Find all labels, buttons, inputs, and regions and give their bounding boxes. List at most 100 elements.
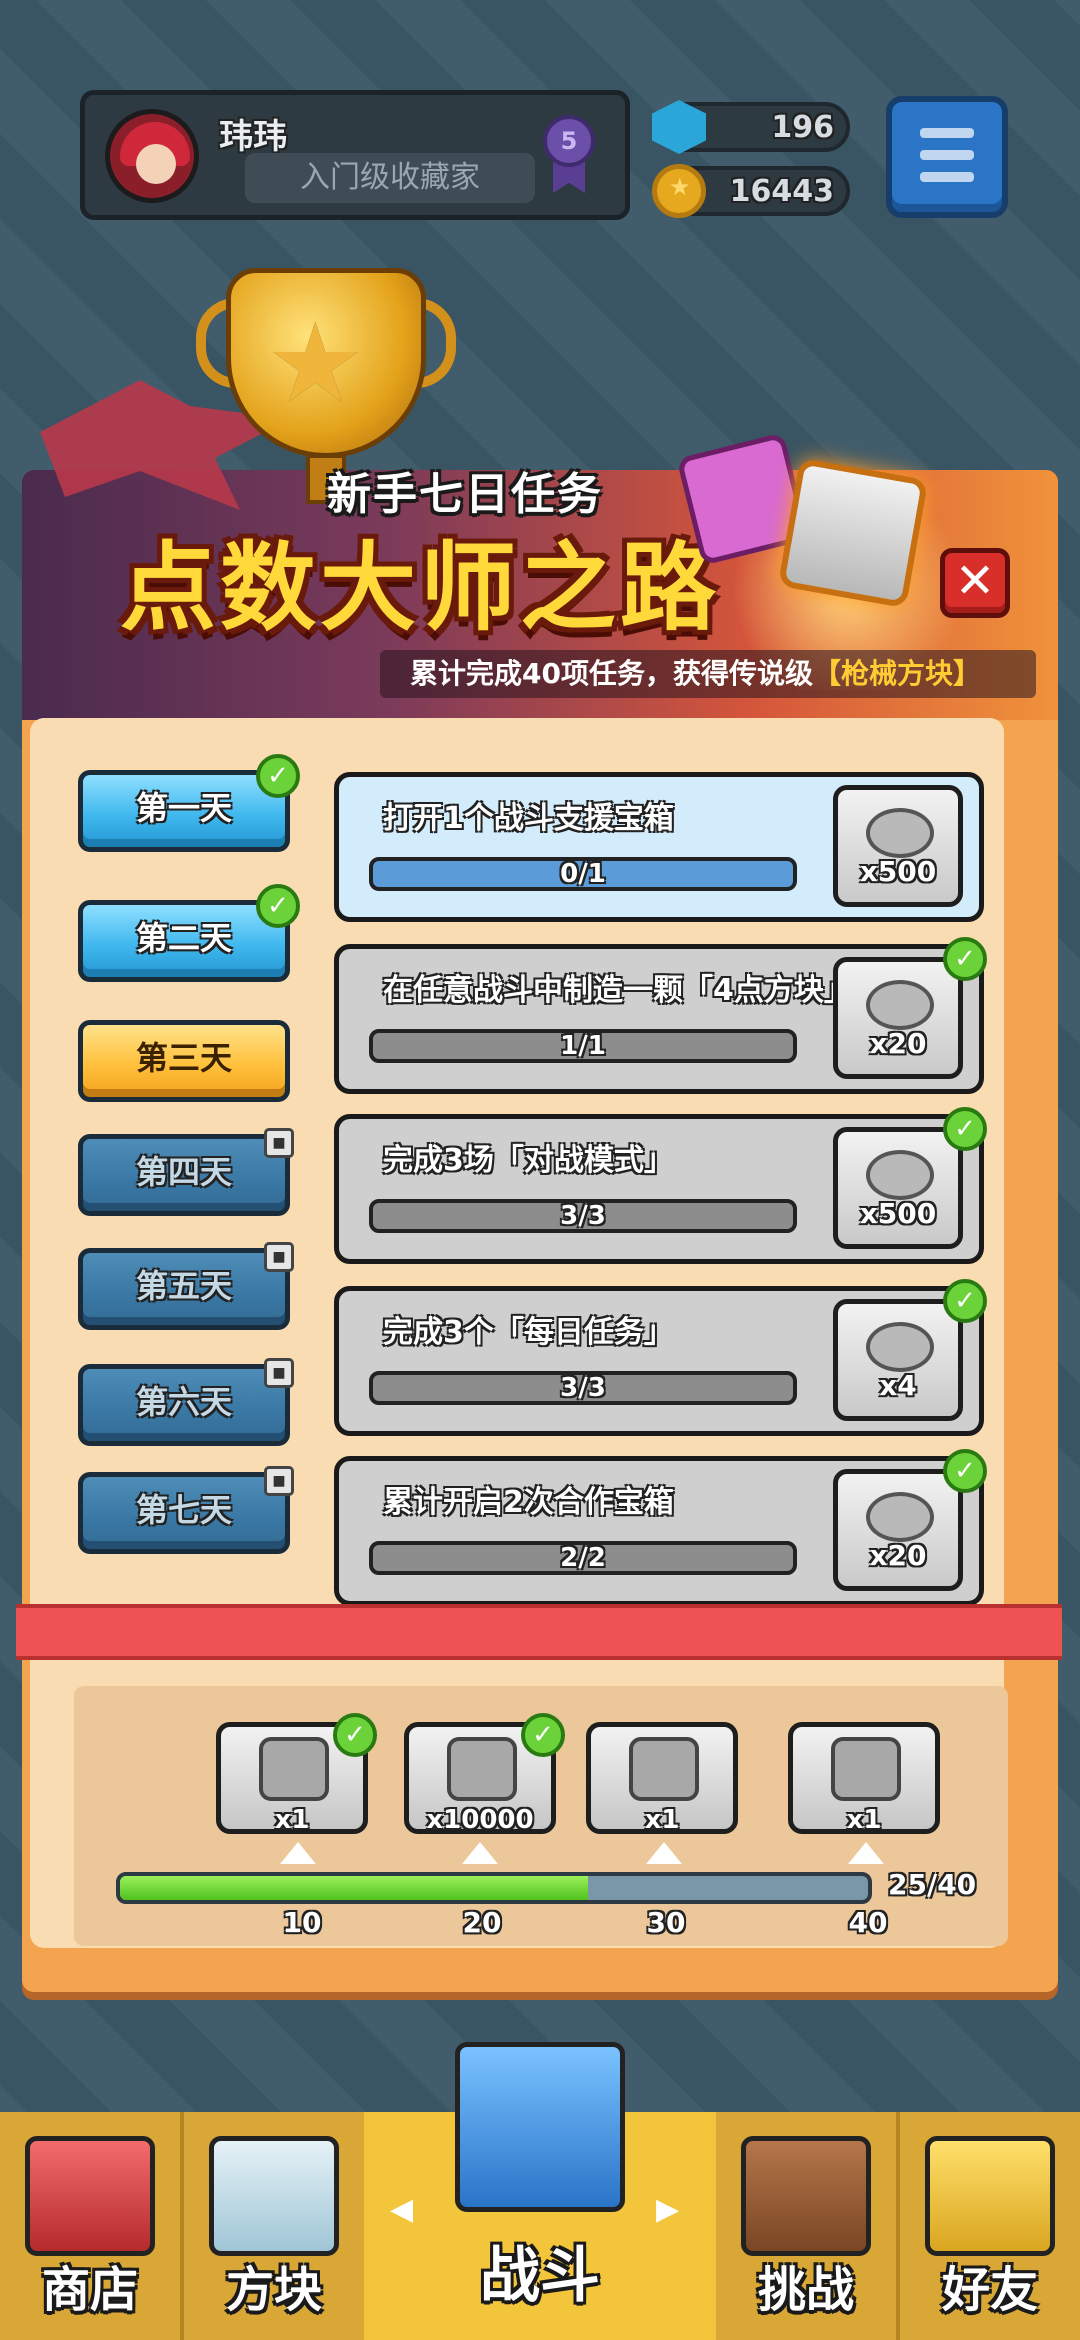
milestone-mark: 10 xyxy=(282,1906,322,1939)
challenge-icon xyxy=(741,2136,871,2256)
reward-qty: x500 xyxy=(859,1197,937,1230)
milestone-mark: 40 xyxy=(848,1906,888,1939)
nav-friends-label: 好友 xyxy=(941,2262,1038,2318)
gun-block-icon xyxy=(676,432,929,644)
task-row[interactable]: 完成3场「对战模式」 3/3 x500 ✓ xyxy=(334,1107,987,1264)
reward-qty: x500 xyxy=(859,855,937,888)
task-row[interactable]: 完成3个「每日任务」 3/3 x4 ✓ xyxy=(334,1279,987,1436)
milestone-qty: x1 xyxy=(846,1805,882,1835)
coin-icon xyxy=(652,164,706,218)
milestone-marker-icon xyxy=(848,1842,884,1864)
nav-friends[interactable]: 好友 xyxy=(900,2112,1080,2340)
milestone-marker-icon xyxy=(462,1842,498,1864)
reward-item-icon xyxy=(866,1150,934,1200)
close-button[interactable]: ✕ xyxy=(940,548,1010,618)
milestone-reward[interactable]: x1 xyxy=(788,1722,940,1835)
milestone-item-icon xyxy=(447,1737,517,1801)
check-icon: ✓ xyxy=(943,1449,987,1493)
gem-value: 196 xyxy=(771,110,834,145)
nav-prev-arrow-icon[interactable]: ◀ xyxy=(390,2192,413,2227)
rank-number: 5 xyxy=(543,115,595,167)
milestone-qty: x10000 xyxy=(426,1805,534,1835)
task-reward[interactable]: x500 xyxy=(833,1127,963,1249)
milestone-reward[interactable]: x1 ✓ xyxy=(216,1713,377,1835)
menu-button[interactable] xyxy=(886,96,1008,218)
task-progress-bar: 0/1 xyxy=(369,857,797,891)
task-progress-bar: 3/3 xyxy=(369,1199,797,1233)
reward-qty: x20 xyxy=(869,1027,927,1060)
task-row[interactable]: 打开1个战斗支援宝箱 0/1 x500 xyxy=(334,772,984,922)
task-title: 完成3个「每日任务」 xyxy=(383,1315,674,1350)
day-tab[interactable]: 第四天 xyxy=(78,1134,290,1216)
lock-icon: ■ xyxy=(264,1128,294,1158)
milestone-item-icon xyxy=(629,1737,699,1801)
banner-description: 累计完成40项任务，获得传说级【枪械方块】 xyxy=(380,650,1036,698)
reward-qty: x20 xyxy=(869,1539,927,1572)
task-progress-bar: 1/1 xyxy=(369,1029,797,1063)
milestone-progress-fill xyxy=(120,1876,588,1900)
milestone-item-icon xyxy=(259,1737,329,1801)
task-row[interactable]: 累计开启2次合作宝箱 2/2 x20 ✓ xyxy=(334,1449,987,1606)
nav-blocks[interactable]: 方块 xyxy=(184,2112,364,2340)
lock-icon: ■ xyxy=(264,1242,294,1272)
nav-shop-label: 商店 xyxy=(41,2262,138,2318)
day-tab[interactable]: 第五天 xyxy=(78,1248,290,1330)
rank-badge[interactable]: 5 xyxy=(539,115,599,195)
nav-next-arrow-icon[interactable]: ▶ xyxy=(656,2192,679,2227)
task-reward[interactable]: x20 xyxy=(833,957,963,1079)
milestone-progress-text: 25/40 xyxy=(888,1868,977,1901)
task-reward[interactable]: x500 xyxy=(833,785,963,907)
avatar[interactable] xyxy=(105,109,199,203)
milestone-reward[interactable]: x10000 ✓ xyxy=(404,1713,565,1835)
milestone-progress-bar xyxy=(116,1872,872,1904)
battle-icon xyxy=(455,2042,625,2212)
check-icon: ✓ xyxy=(256,884,300,928)
reward-item-icon xyxy=(866,980,934,1030)
divider-strip xyxy=(16,1604,1062,1660)
check-icon: ✓ xyxy=(256,754,300,798)
reward-item-icon xyxy=(866,1492,934,1542)
check-icon: ✓ xyxy=(943,1279,987,1323)
check-icon: ✓ xyxy=(943,1107,987,1151)
reward-item-icon xyxy=(866,808,934,858)
friends-icon xyxy=(925,2136,1055,2256)
coin-value: 16443 xyxy=(729,174,834,209)
task-title: 打开1个战斗支援宝箱 xyxy=(383,801,674,836)
banner-highlight: 【枪械方块】 xyxy=(812,657,981,690)
coin-counter[interactable]: 16443 xyxy=(652,164,850,218)
task-title: 在任意战斗中制造一颗「4点方块」 xyxy=(383,973,854,1008)
day-tab[interactable]: 第三天 xyxy=(78,1020,290,1102)
check-icon: ✓ xyxy=(521,1713,565,1757)
player-profile[interactable]: 玮玮 入门级收藏家 5 xyxy=(80,90,630,220)
reward-qty: x4 xyxy=(879,1369,917,1402)
nav-shop[interactable]: 商店 xyxy=(0,2112,180,2340)
nav-blocks-label: 方块 xyxy=(225,2262,322,2318)
player-name: 玮玮 xyxy=(219,117,287,157)
reward-item-icon xyxy=(866,1322,934,1372)
player-title: 入门级收藏家 xyxy=(245,153,535,203)
nav-battle-label: 战斗 xyxy=(480,2241,600,2311)
check-icon: ✓ xyxy=(943,937,987,981)
task-progress-bar: 3/3 xyxy=(369,1371,797,1405)
check-icon: ✓ xyxy=(333,1713,377,1757)
nav-challenge-label: 挑战 xyxy=(757,2262,854,2318)
task-progress-bar: 2/2 xyxy=(369,1541,797,1575)
milestone-mark: 20 xyxy=(462,1906,502,1939)
day-tab[interactable]: 第七天 xyxy=(78,1472,290,1554)
task-title: 完成3场「对战模式」 xyxy=(383,1143,674,1178)
milestone-marker-icon xyxy=(646,1842,682,1864)
milestone-reward[interactable]: x1 xyxy=(586,1722,738,1835)
milestone-item-icon xyxy=(831,1737,901,1801)
block-icon xyxy=(209,2136,339,2256)
task-row[interactable]: 在任意战斗中制造一颗「4点方块」 1/1 x20 ✓ xyxy=(334,937,987,1094)
nav-challenge[interactable]: 挑战 xyxy=(716,2112,896,2340)
gem-counter[interactable]: 196 xyxy=(652,100,850,154)
lock-icon: ■ xyxy=(264,1466,294,1496)
lock-icon: ■ xyxy=(264,1358,294,1388)
shop-icon xyxy=(25,2136,155,2256)
milestone-qty: x1 xyxy=(644,1805,680,1835)
day-tab[interactable]: 第六天 xyxy=(78,1364,290,1446)
task-title: 累计开启2次合作宝箱 xyxy=(383,1485,674,1520)
task-reward[interactable]: x20 xyxy=(833,1469,963,1591)
task-reward[interactable]: x4 xyxy=(833,1299,963,1421)
